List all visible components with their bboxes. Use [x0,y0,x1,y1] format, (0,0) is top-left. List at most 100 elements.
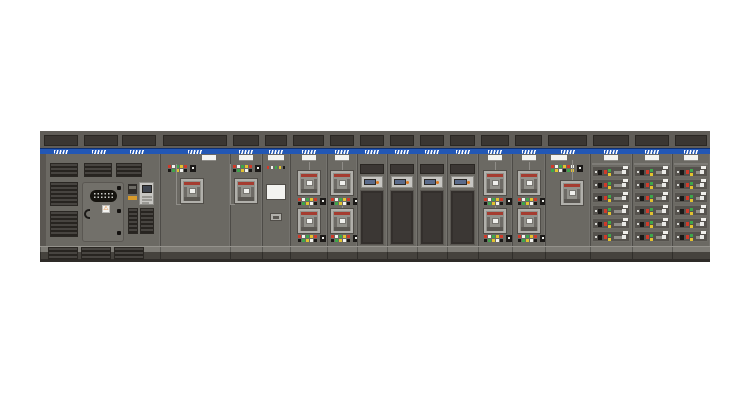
indicator-light [534,198,537,201]
status-dot [595,236,597,238]
conduit-line [342,162,343,170]
indicator-light [343,235,346,238]
indicator-light [488,202,491,205]
cabinet-body [387,154,417,246]
aux-block [598,170,602,175]
indicator-light [347,198,350,201]
id-tag [701,179,706,182]
status-dot [677,236,679,238]
indicator-light [567,169,570,172]
feeder-unit-row [674,205,708,216]
indicator-row [331,198,350,201]
indicator-light [690,186,693,189]
section-dual-breaker-bay-4 [512,131,545,262]
indicator-light [237,165,240,168]
id-tag [663,205,668,208]
indicator-light [604,183,607,187]
louver-vent [128,208,138,234]
feeder-unit-row [592,166,630,177]
status-dot [677,184,679,186]
plinth-base [160,252,230,262]
indicator-light [484,202,487,205]
breaker-rating-chip [569,190,576,196]
id-tag [623,179,628,182]
section-metering-bay [262,131,290,262]
roof-vent [122,135,156,146]
indicator-light [249,165,252,168]
indicator-light [335,239,338,242]
roof-strip [40,131,160,148]
cabinet-body [230,154,262,246]
circuit-breaker-unit [234,178,258,204]
breaker-rating-chip [526,218,533,224]
cabinet-body [417,154,447,246]
id-tag [701,166,706,169]
switch-handle-tip [622,209,626,213]
indicator-light [306,239,309,242]
nameplate [645,155,659,161]
plinth-base [672,252,710,262]
status-dot [595,171,597,173]
feeder-unit-row [674,231,708,242]
feeder-unit-row [592,218,630,229]
aux-block [598,235,602,240]
door-top-vent [360,164,384,174]
switch-handle-tip [662,235,666,239]
indicator-light [526,239,529,242]
indicator-light [310,198,313,201]
indicator-light [339,198,342,201]
indicator-light [559,165,562,168]
indicator-light [650,173,653,176]
nameplate [684,155,698,161]
indicator-light [298,202,301,205]
end-panel [40,154,46,246]
section-dual-breaker-bay-1 [290,131,327,262]
breaker-base-strip [301,227,317,231]
circuit-breaker-unit [517,170,541,196]
indicator-light [650,212,653,215]
aux-block [680,183,684,188]
indicator-light [496,235,499,238]
indicator-light [343,202,346,205]
feeder-unit-row [634,205,670,216]
indicator-light [302,198,305,201]
indicator-light [283,166,285,169]
cabinet-body [160,154,230,246]
indicator-light [690,225,693,228]
circuit-breaker-unit [483,208,507,234]
section-breaker-bay-1 [160,131,230,262]
conduit-line [529,162,530,170]
indicator-light [690,212,693,215]
indicator-light [690,195,693,198]
indicator-light [686,183,689,187]
feeder-unit-row [592,231,630,242]
roof-vent [330,135,354,146]
indicator-row [484,202,503,205]
cabinet-body [447,154,478,246]
indicator-light [650,225,653,228]
roof-vent [293,135,324,146]
switch-handle-tip [700,209,704,213]
indicator-light [488,198,491,201]
indicator-light [237,169,240,172]
roof-strip [262,131,290,148]
indicator-light [690,221,693,224]
indicator-light [608,182,611,185]
indicator-row [331,202,350,205]
mounting-rail [634,163,670,165]
hmi-panel [391,176,413,188]
indicator-light [646,222,649,226]
mounting-rail [592,163,630,165]
blank-door [360,190,384,245]
indicator-light [559,169,562,172]
indicator-light [522,198,525,201]
product-render-canvas: ⚠ [0,0,750,400]
indicator-light [310,239,313,242]
aux-switch-dot [508,237,510,239]
main-breaker-door: ⚠ [82,182,124,242]
indicator-row [298,239,317,242]
feeder-unit-row [634,192,670,203]
indicator-light [168,169,171,172]
indicator-row [168,165,187,168]
indicator-light [310,235,313,238]
